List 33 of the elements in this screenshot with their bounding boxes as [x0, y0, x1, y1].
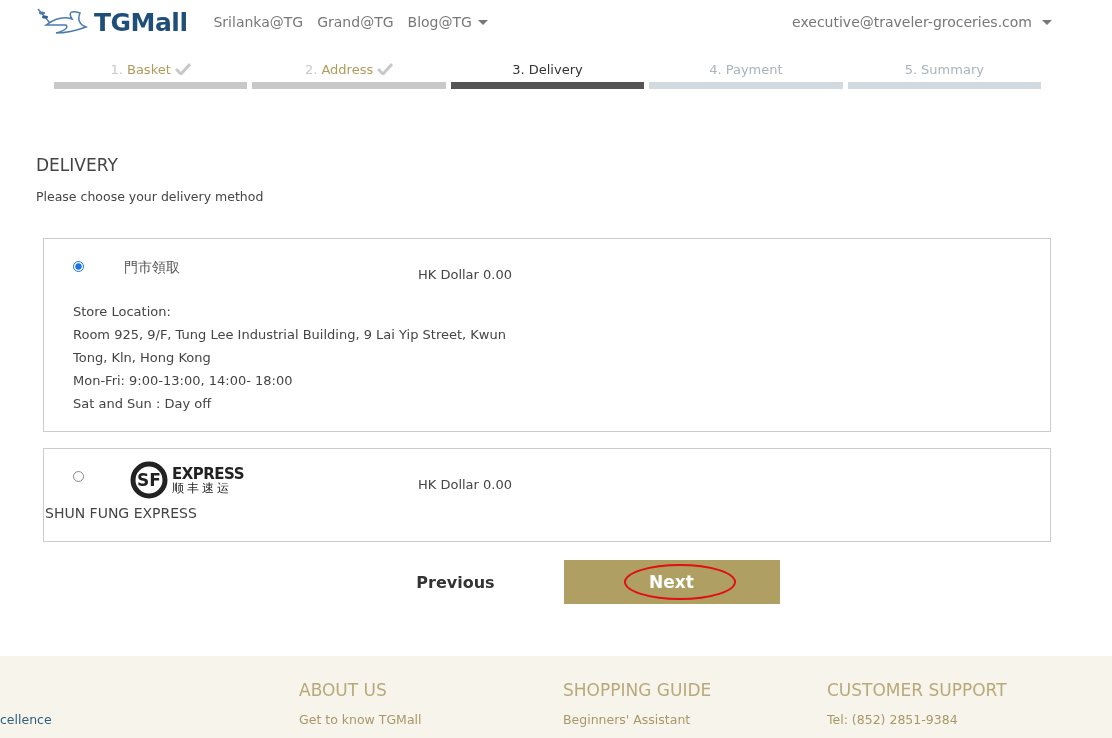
radio-button[interactable] — [73, 261, 84, 272]
check-icon — [377, 63, 394, 75]
delivery-option-card[interactable]: 門市領取 HK Dollar 0.00 Store Location: Room 925, 9/F, Tung Lee Industrial Building, 9 Lai Yip Street, Kwun Tong, Kln, Hong Kong Mon-Fri: 9:00-13:00, 14:00- 18:00 Sat and Sun : Day off — [43, 238, 1051, 432]
footer-heading: ABOUT US — [299, 680, 388, 700]
option-name: SHUN FUNG EXPRESS — [45, 505, 198, 521]
progress-step: 3. Delivery — [450, 58, 645, 89]
footer-heading: CUSTOMER SUPPORT — [827, 680, 1008, 700]
nav-link[interactable]: Grand@TG — [317, 14, 394, 30]
store-detail: Sat and Sun : Day off — [73, 395, 213, 413]
site-logo[interactable]: TGMall — [94, 7, 188, 37]
next-button[interactable]: Next — [563, 560, 780, 604]
sf-emblem-icon: SF — [128, 461, 170, 499]
progress-step: 5. Summary — [847, 58, 1042, 89]
store-detail: Store Location: — [73, 303, 172, 321]
footer-link[interactable]: cellence — [0, 712, 52, 727]
footer-link[interactable]: Beginners' Assistant — [563, 712, 827, 727]
store-detail: Mon-Fri: 9:00-13:00, 14:00- 18:00 — [73, 372, 294, 390]
section-title: DELIVERY — [36, 155, 119, 175]
footer-heading: SHOPPING GUIDE — [563, 680, 713, 700]
store-detail: Room 925, 9/F, Tung Lee Industrial Building, 9 Lai Yip Street, Kwun Tong, Kln, Hong Kong — [73, 326, 507, 367]
option-price: HK Dollar 0.00 — [418, 477, 512, 492]
footer-link[interactable]: Tel: (852) 2851-9384 — [827, 712, 1091, 727]
progress-step: 4. Payment — [649, 58, 843, 89]
nav-link[interactable]: Blog@TG — [407, 14, 488, 30]
nav-link[interactable]: Srilanka@TG — [213, 14, 304, 30]
footer-link[interactable]: Get to know TGMall — [299, 712, 563, 727]
option-name: 門市領取 — [124, 259, 180, 275]
option-price: HK Dollar 0.00 — [418, 267, 512, 282]
account-menu[interactable]: executive@traveler-groceries.com — [792, 14, 1052, 30]
instruction-text: Please choose your delivery method — [36, 189, 265, 204]
previous-button[interactable]: Previous — [347, 560, 564, 604]
check-icon — [174, 63, 191, 75]
caret-icon — [1042, 19, 1052, 25]
